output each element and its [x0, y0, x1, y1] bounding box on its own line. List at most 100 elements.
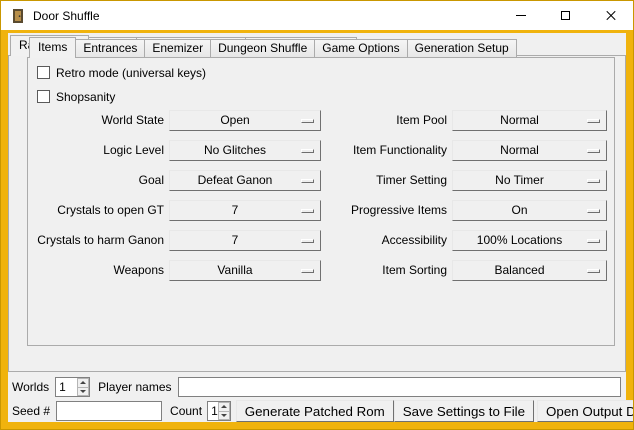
logic-level-label: Logic Level — [32, 143, 164, 157]
count-spin-arrows — [218, 402, 230, 420]
crystals-open-gt-label: Crystals to open GT — [32, 203, 164, 217]
minimize-button[interactable] — [498, 1, 543, 30]
item-pool-value: Normal — [500, 113, 539, 127]
close-button[interactable] — [588, 1, 633, 30]
dropdown-indicator-icon — [301, 239, 314, 243]
item-pool-label: Item Pool — [326, 113, 447, 127]
arrow-up-icon — [80, 381, 86, 384]
count-label: Count — [170, 404, 202, 418]
option-row: Crystals to open GT 7 Progressive Items … — [32, 195, 607, 225]
tab-items[interactable]: Items — [29, 37, 76, 58]
weapons-label: Weapons — [32, 263, 164, 277]
seed-label: Seed # — [12, 404, 50, 418]
item-functionality-label: Item Functionality — [326, 143, 447, 157]
shopsanity-row: Shopsanity — [37, 89, 115, 104]
randomize-tab-bar: Items Entrances Enemizer Dungeon Shuffle… — [27, 37, 615, 58]
dropdown-indicator-icon — [587, 239, 600, 243]
save-settings-button[interactable]: Save Settings to File — [394, 400, 534, 422]
accessibility-value: 100% Locations — [477, 233, 562, 247]
retro-mode-checkbox[interactable] — [37, 66, 50, 79]
option-row: Weapons Vanilla Item Sorting Balanced — [32, 255, 607, 285]
tab-entrances[interactable]: Entrances — [75, 39, 145, 58]
item-sorting-label: Item Sorting — [326, 263, 447, 277]
main-notebook: Randomize Adjust Starting Inventory Cust… — [8, 35, 626, 374]
option-row: Logic Level No Glitches Item Functionali… — [32, 135, 607, 165]
tab-dungeon-shuffle[interactable]: Dungeon Shuffle — [210, 39, 315, 58]
dropdown-indicator-icon — [587, 209, 600, 213]
crystals-open-gt-value: 7 — [232, 203, 239, 217]
dropdown-indicator-icon — [587, 179, 600, 183]
crystals-open-gt-dropdown[interactable]: 7 — [169, 200, 321, 221]
option-row: Goal Defeat Ganon Timer Setting No Timer — [32, 165, 607, 195]
retro-mode-label[interactable]: Retro mode (universal keys) — [56, 66, 206, 80]
world-state-dropdown[interactable]: Open — [169, 110, 321, 131]
dropdown-indicator-icon — [587, 269, 600, 273]
tab-generation-setup[interactable]: Generation Setup — [407, 39, 517, 58]
spin-up-button[interactable] — [218, 402, 230, 412]
door-shuffle-window: Door Shuffle Randomize Adjust Starting I… — [0, 0, 634, 430]
tab-enemizer[interactable]: Enemizer — [144, 39, 211, 58]
spin-down-button[interactable] — [77, 388, 89, 397]
player-names-label: Player names — [98, 380, 171, 394]
dropdown-indicator-icon — [587, 149, 600, 153]
maximize-button[interactable] — [543, 1, 588, 30]
arrow-down-icon — [221, 414, 227, 417]
goal-value: Defeat Ganon — [198, 173, 273, 187]
weapons-dropdown[interactable]: Vanilla — [169, 260, 321, 281]
dropdown-indicator-icon — [301, 269, 314, 273]
world-state-value: Open — [220, 113, 249, 127]
accessibility-dropdown[interactable]: 100% Locations — [452, 230, 607, 251]
crystals-harm-ganon-dropdown[interactable]: 7 — [169, 230, 321, 251]
main-panel: Randomize Adjust Starting Inventory Cust… — [8, 33, 626, 422]
item-pool-dropdown[interactable]: Normal — [452, 110, 607, 131]
accessibility-label: Accessibility — [326, 233, 447, 247]
tab-game-options[interactable]: Game Options — [314, 39, 407, 58]
timer-setting-value: No Timer — [495, 173, 544, 187]
dropdown-indicator-icon — [301, 149, 314, 153]
arrow-up-icon — [221, 405, 227, 408]
goal-label: Goal — [32, 173, 164, 187]
arrow-down-icon — [80, 390, 86, 393]
window-title: Door Shuffle — [33, 9, 100, 23]
progressive-items-label: Progressive Items — [326, 203, 447, 217]
spin-up-button[interactable] — [77, 378, 89, 388]
worlds-value[interactable]: 1 — [56, 378, 77, 396]
generate-rom-button[interactable]: Generate Patched Rom — [236, 400, 394, 422]
worlds-label: Worlds — [12, 380, 49, 394]
logic-level-dropdown[interactable]: No Glitches — [169, 140, 321, 161]
logic-level-value: No Glitches — [204, 143, 266, 157]
crystals-harm-ganon-value: 7 — [232, 233, 239, 247]
item-sorting-dropdown[interactable]: Balanced — [452, 260, 607, 281]
close-icon — [605, 10, 617, 22]
options-grid: World State Open Item Pool Normal — [32, 105, 607, 285]
door-icon — [10, 8, 26, 24]
randomize-notebook: Retro mode (universal keys) Shopsanity W… — [27, 37, 615, 348]
dropdown-indicator-icon — [587, 119, 600, 123]
item-functionality-dropdown[interactable]: Normal — [452, 140, 607, 161]
shopsanity-label[interactable]: Shopsanity — [56, 90, 115, 104]
seed-row: Seed # Count 1 Generate Patched Rom Save… — [8, 400, 626, 422]
world-state-label: World State — [32, 113, 164, 127]
timer-setting-dropdown[interactable]: No Timer — [452, 170, 607, 191]
items-pane: Retro mode (universal keys) Shopsanity W… — [27, 57, 615, 346]
player-names-input[interactable] — [178, 377, 622, 397]
dropdown-indicator-icon — [301, 179, 314, 183]
open-output-button[interactable]: Open Output Directory — [537, 400, 634, 422]
weapons-value: Vanilla — [217, 263, 252, 277]
item-functionality-value: Normal — [500, 143, 539, 157]
timer-setting-label: Timer Setting — [326, 173, 447, 187]
progressive-items-dropdown[interactable]: On — [452, 200, 607, 221]
goal-dropdown[interactable]: Defeat Ganon — [169, 170, 321, 191]
option-row: World State Open Item Pool Normal — [32, 105, 607, 135]
dropdown-indicator-icon — [301, 119, 314, 123]
count-spinbox[interactable]: 1 — [207, 401, 231, 421]
spin-down-button[interactable] — [218, 412, 230, 421]
worlds-row: Worlds 1 Player names — [8, 377, 626, 397]
maximize-icon — [561, 11, 570, 20]
shopsanity-checkbox[interactable] — [37, 90, 50, 103]
worlds-spinbox[interactable]: 1 — [55, 377, 90, 397]
seed-input[interactable] — [56, 401, 162, 421]
count-value[interactable]: 1 — [208, 402, 218, 420]
titlebar[interactable]: Door Shuffle — [1, 1, 633, 30]
progressive-items-value: On — [511, 203, 527, 217]
